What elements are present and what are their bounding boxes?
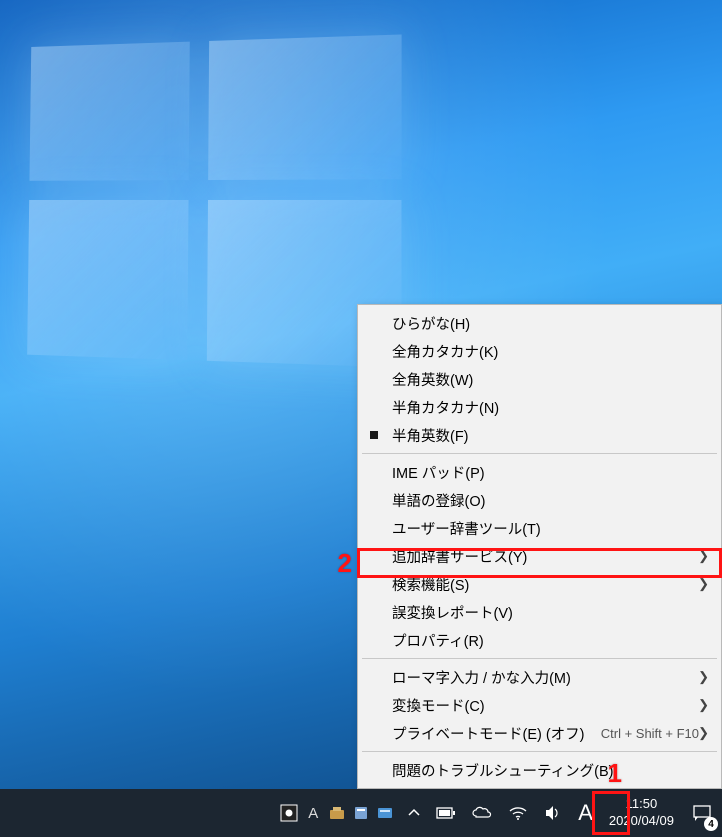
menu-item-label: ひらがな(H) — [392, 313, 705, 334]
menu-separator — [362, 658, 717, 659]
chevron-up-icon — [408, 807, 420, 819]
menu-item-troubleshooting[interactable]: 問題のトラブルシューティング(B) — [360, 756, 719, 784]
menu-item-user-dictionary-tool[interactable]: ユーザー辞書ツール(T) — [360, 514, 719, 542]
menu-separator — [362, 453, 717, 454]
ime-context-menu: ひらがな(H) 全角カタカナ(K) 全角英数(W) 半角カタカナ(N) 半角英数… — [357, 304, 722, 789]
clock-time: 11:50 — [626, 796, 658, 813]
ime-help-icon[interactable] — [374, 802, 396, 824]
menu-item-hiragana[interactable]: ひらがな(H) — [360, 309, 719, 337]
menu-item-misconversion-report[interactable]: 誤変換レポート(V) — [360, 598, 719, 626]
menu-item-label: 追加辞書サービス(Y) — [392, 546, 705, 567]
menu-item-property[interactable]: プロパティ(R) — [360, 626, 719, 654]
menu-item-label: 全角英数(W) — [392, 369, 705, 390]
taskbar: A A 11:50 2020/04/09 4 — [0, 789, 722, 837]
menu-item-label: 半角英数(F) — [392, 425, 705, 446]
menu-item-shortcut: Ctrl + Shift + F10 — [601, 726, 699, 741]
language-bar: A — [274, 789, 400, 837]
ime-mode-icon[interactable] — [278, 802, 300, 824]
menu-item-label: 誤変換レポート(V) — [392, 602, 705, 623]
clock-date: 2020/04/09 — [609, 813, 674, 830]
menu-separator — [362, 751, 717, 752]
ime-dictionary-icon[interactable] — [350, 802, 372, 824]
tray-overflow-button[interactable] — [400, 789, 428, 837]
menu-item-label: プライベートモード(E) (オフ) — [392, 723, 601, 744]
menu-item-halfwidth-katakana[interactable]: 半角カタカナ(N) — [360, 393, 719, 421]
menu-item-label: プロパティ(R) — [392, 630, 705, 651]
onedrive-icon[interactable] — [464, 789, 500, 837]
menu-item-search-function[interactable]: 検索機能(S) ❯ — [360, 570, 719, 598]
notification-count-badge: 4 — [704, 817, 718, 831]
menu-item-label: ローマ字入力 / かな入力(M) — [392, 667, 705, 688]
chevron-right-icon: ❯ — [698, 697, 709, 713]
menu-item-conversion-mode[interactable]: 変換モード(C) ❯ — [360, 691, 719, 719]
menu-item-label: IME パッド(P) — [392, 462, 705, 483]
volume-icon[interactable] — [536, 789, 570, 837]
ime-tool-icon[interactable] — [326, 802, 348, 824]
chevron-right-icon: ❯ — [698, 548, 709, 564]
menu-item-label: 全角カタカナ(K) — [392, 341, 705, 362]
ime-input-mode-a-icon[interactable]: A — [302, 802, 324, 824]
menu-item-fullwidth-katakana[interactable]: 全角カタカナ(K) — [360, 337, 719, 365]
menu-item-label: 問題のトラブルシューティング(B) — [392, 760, 705, 781]
wifi-icon[interactable] — [500, 789, 536, 837]
menu-item-register-word[interactable]: 単語の登録(O) — [360, 486, 719, 514]
menu-item-private-mode[interactable]: プライベートモード(E) (オフ) Ctrl + Shift + F10 ❯ — [360, 719, 719, 747]
menu-item-label: 単語の登録(O) — [392, 490, 705, 511]
menu-item-label: 検索機能(S) — [392, 574, 705, 595]
menu-item-romaji-kana-input[interactable]: ローマ字入力 / かな入力(M) ❯ — [360, 663, 719, 691]
selected-bullet-icon — [370, 431, 378, 439]
menu-item-halfwidth-alnum[interactable]: 半角英数(F) — [360, 421, 719, 449]
taskbar-clock[interactable]: 11:50 2020/04/09 — [601, 789, 682, 837]
menu-item-label: 半角カタカナ(N) — [392, 397, 705, 418]
action-center-button[interactable]: 4 — [682, 789, 722, 837]
menu-item-ime-pad[interactable]: IME パッド(P) — [360, 458, 719, 486]
menu-item-additional-dictionary-service[interactable]: 追加辞書サービス(Y) ❯ — [360, 542, 719, 570]
battery-icon[interactable] — [428, 789, 464, 837]
chevron-right-icon: ❯ — [698, 576, 709, 592]
menu-item-fullwidth-alnum[interactable]: 全角英数(W) — [360, 365, 719, 393]
menu-item-label: ユーザー辞書ツール(T) — [392, 518, 705, 539]
menu-item-label: 変換モード(C) — [392, 695, 705, 716]
ime-indicator[interactable]: A — [570, 789, 601, 837]
chevron-right-icon: ❯ — [698, 669, 709, 685]
ime-letter: A — [578, 800, 593, 826]
windows-logo — [27, 34, 401, 367]
chevron-right-icon: ❯ — [698, 725, 709, 741]
